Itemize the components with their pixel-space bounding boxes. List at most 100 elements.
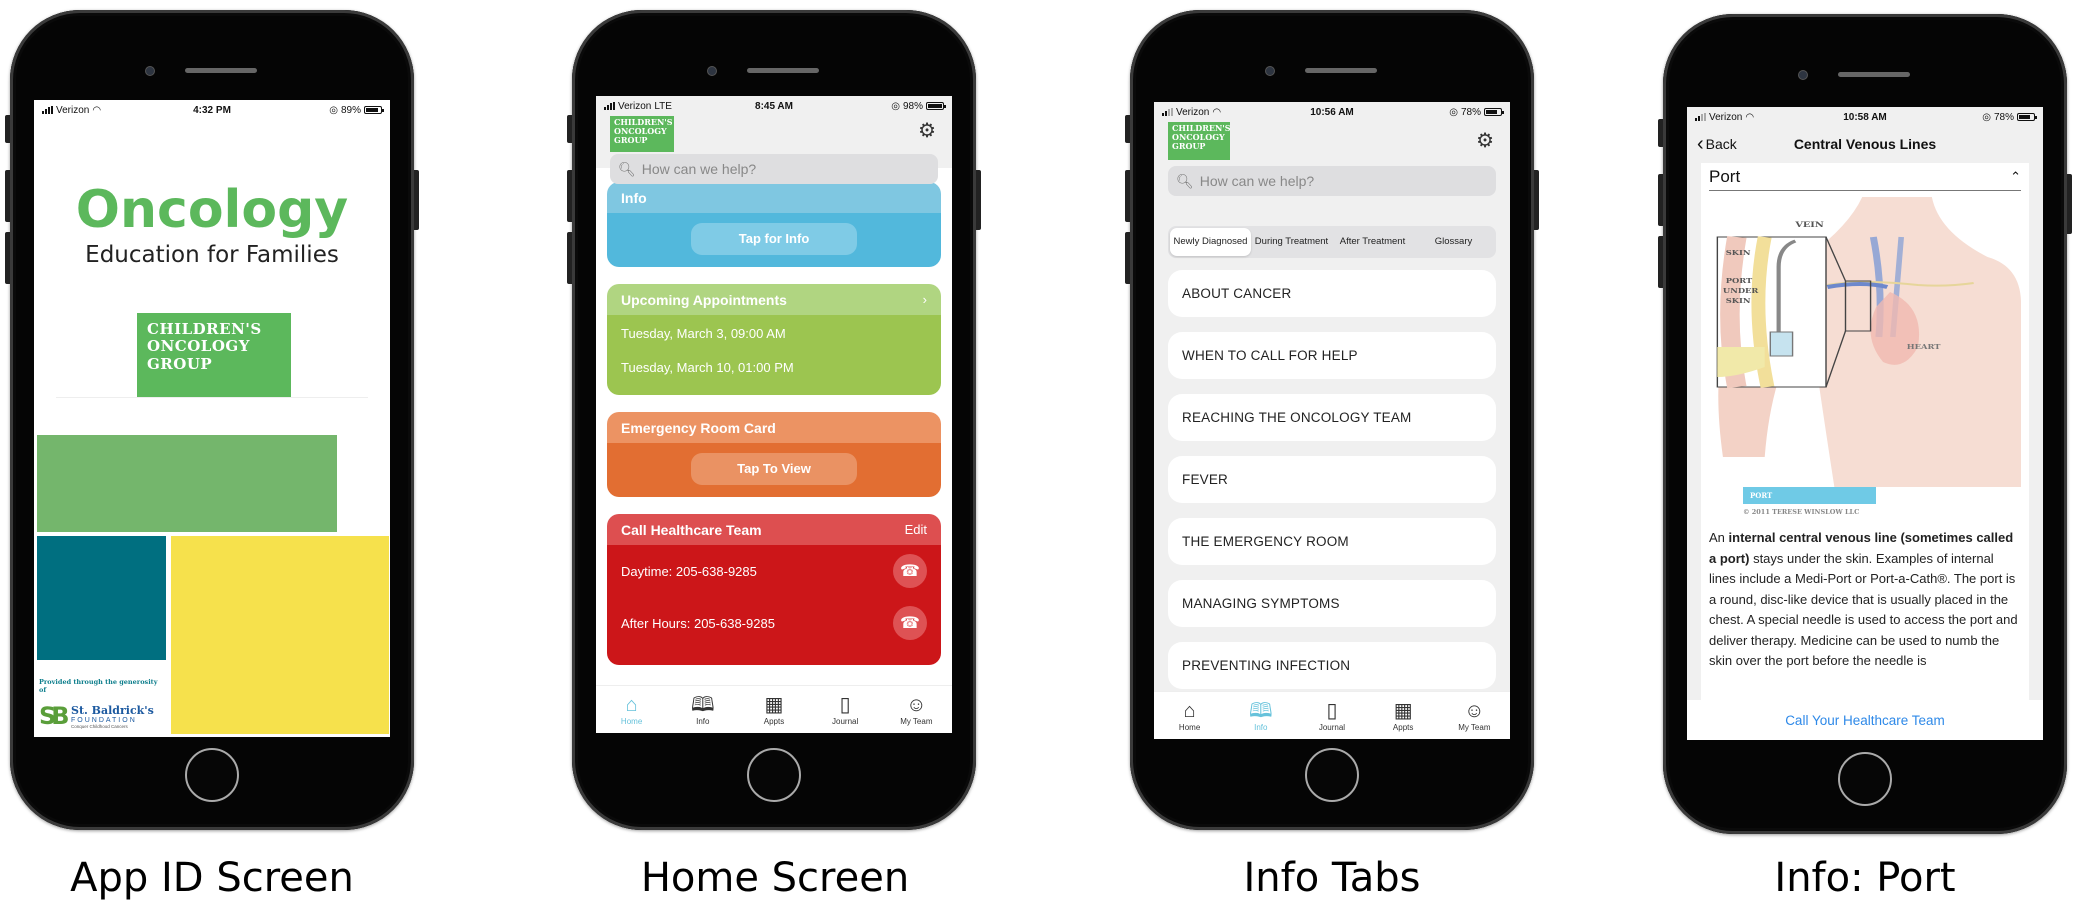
edit-button[interactable]: Edit [905, 522, 927, 537]
journal-icon: ▯ [839, 694, 851, 716]
home-button[interactable] [747, 748, 801, 802]
list-item[interactable]: THE EMERGENCY ROOM [1168, 518, 1496, 565]
earpiece-speaker [747, 68, 819, 73]
st-baldricks-mark-icon: SB [39, 702, 70, 730]
call-healthcare-team-link[interactable]: Call Your Healthcare Team [1687, 700, 2043, 740]
list-item[interactable]: REACHING THE ONCOLOGY TEAM [1168, 394, 1496, 441]
tap-for-info-button[interactable]: Tap for Info [691, 223, 857, 255]
chevron-right-icon[interactable]: › [923, 292, 927, 307]
call-healthcare-card: Call Healthcare Team Edit Daytime: 205-6… [607, 514, 941, 665]
gear-icon[interactable]: ⚙ [918, 118, 936, 143]
tap-to-view-button[interactable]: Tap To View [691, 453, 857, 485]
tab-my-team[interactable]: ☺ My Team [886, 693, 946, 726]
tab-home[interactable]: ⌂ Home [1160, 699, 1220, 732]
search-icon: 🔍︎ [618, 160, 636, 177]
logo-line: CHILDREN'S [147, 320, 262, 338]
er-card-title: Emergency Room Card [621, 419, 776, 436]
tab-journal[interactable]: ▯ Journal [1302, 699, 1362, 732]
er-card[interactable]: Emergency Room Card Tap To View [607, 412, 941, 497]
tab-info[interactable]: 🕮︎ Info [1231, 699, 1291, 732]
label-heart: HEART [1907, 343, 1941, 350]
tab-journal[interactable]: ▯ Journal [815, 693, 875, 726]
tab-newly-diagnosed[interactable]: Newly Diagnosed [1170, 228, 1251, 256]
volume-down-button [1125, 232, 1130, 284]
port-description: An internal central venous line (sometim… [1709, 528, 2021, 672]
volume-up-button [567, 170, 572, 222]
caption-app-id-screen: App ID Screen [70, 855, 354, 901]
volume-up-button [1125, 170, 1130, 222]
screen: Verizon ◠ 10:56 AM ◎ 78% CHILDREN'S ONCO… [1154, 102, 1510, 739]
nav-bar: ‹ Back Central Venous Lines [1687, 127, 2043, 161]
cog-logo: CHILDREN'S ONCOLOGY GROUP [610, 116, 674, 152]
tab-my-team[interactable]: ☺ My Team [1444, 699, 1504, 732]
appointment-item[interactable]: Tuesday, March 3, 09:00 AM [621, 323, 927, 357]
sponsor-line2: FOUNDATION [71, 716, 137, 724]
back-label: Back [1705, 136, 1737, 152]
chevron-up-icon[interactable]: ⌃ [2010, 169, 2021, 185]
screen: Verizon ◠ 4:32 PM ◎ 89% Oncology Educati… [34, 100, 390, 737]
tab-bar: ⌂ Home 🕮︎ Info ▦ Appts ▯ Journal ☺ My Team [596, 685, 952, 733]
carrier-label: Verizon [1709, 111, 1743, 123]
port-illustration-svg: VEIN SKIN PORT UNDER SKIN HEART [1716, 197, 2022, 487]
tab-label: Info [696, 717, 710, 726]
search-input[interactable]: 🔍︎ How can we help? [1168, 166, 1496, 196]
volume-down-button [5, 232, 10, 284]
home-button[interactable] [1305, 748, 1359, 802]
caption-info-port: Info: Port [1774, 855, 1956, 901]
orientation-lock-icon: ◎ [1449, 106, 1458, 118]
app-subtitle: Education for Families [85, 242, 339, 268]
volume-down-button [567, 232, 572, 284]
sponsor-tagline: Conquer Childhood Cancers [71, 723, 128, 729]
search-input[interactable]: 🔍︎ How can we help? [610, 154, 938, 184]
search-icon: 🔍︎ [1176, 172, 1194, 189]
tab-after-treatment[interactable]: After Treatment [1332, 228, 1413, 256]
tab-home[interactable]: ⌂ Home [602, 693, 662, 726]
call-after-hours-button[interactable]: ☎ [893, 606, 927, 640]
content-panel: Port ⌃ VEIN SKIN PORT UNDER SKIN HEART P… [1701, 163, 2029, 700]
clock: 4:32 PM [193, 104, 231, 116]
list-item[interactable]: WHEN TO CALL FOR HELP [1168, 332, 1496, 379]
back-button[interactable]: ‹ Back [1697, 134, 1737, 154]
svg-text:UNDER: UNDER [1723, 287, 1760, 294]
home-button[interactable] [1838, 752, 1892, 806]
label-skin: SKIN [1726, 249, 1751, 256]
decorative-green-block [37, 435, 337, 532]
search-placeholder: How can we help? [641, 161, 757, 177]
tab-during-treatment[interactable]: During Treatment [1251, 228, 1332, 256]
call-card-title: Call Healthcare Team [621, 521, 762, 538]
carrier-label: Verizon [56, 104, 90, 116]
gear-icon[interactable]: ⚙ [1476, 128, 1494, 153]
tab-appts[interactable]: ▦ Appts [1373, 699, 1433, 732]
list-item[interactable]: ABOUT CANCER [1168, 270, 1496, 317]
clock: 10:56 AM [1310, 106, 1354, 118]
power-button [1534, 170, 1539, 230]
appointment-item[interactable]: Tuesday, March 10, 01:00 PM [621, 357, 927, 391]
port-accordion-header[interactable]: Port ⌃ [1709, 163, 2021, 191]
list-item[interactable]: MANAGING SYMPTOMS [1168, 580, 1496, 627]
appointments-card[interactable]: Upcoming Appointments › Tuesday, March 3… [607, 284, 941, 395]
book-icon: 🕮︎ [690, 694, 715, 716]
home-icon: ⌂ [1183, 700, 1196, 722]
battery-icon [364, 106, 384, 114]
tab-info[interactable]: 🕮︎ Info [673, 693, 733, 726]
power-button [414, 170, 419, 230]
battery-percent: 89% [340, 104, 361, 116]
signal-icon [1162, 108, 1173, 116]
label-port-under-skin: PORT [1726, 277, 1753, 284]
tab-glossary[interactable]: Glossary [1413, 228, 1494, 256]
call-daytime-button[interactable]: ☎ [893, 554, 927, 588]
app-title: Oncology [75, 180, 349, 240]
list-item[interactable]: FEVER [1168, 456, 1496, 503]
list-item[interactable]: PREVENTING INFECTION [1168, 642, 1496, 689]
volume-up-button [5, 170, 10, 222]
earpiece-speaker [1305, 68, 1377, 73]
decorative-yellow-block [171, 536, 389, 734]
tab-label: My Team [900, 717, 933, 726]
tab-appts[interactable]: ▦ Appts [744, 693, 804, 726]
home-button[interactable] [185, 748, 239, 802]
wifi-icon: ◠ [1745, 111, 1755, 123]
daytime-phone-row: Daytime: 205-638-9285 ☎ [621, 545, 927, 597]
carrier-label: Verizon [618, 100, 652, 112]
orientation-lock-icon: ◎ [329, 104, 338, 116]
tab-label: Info [1254, 723, 1268, 732]
